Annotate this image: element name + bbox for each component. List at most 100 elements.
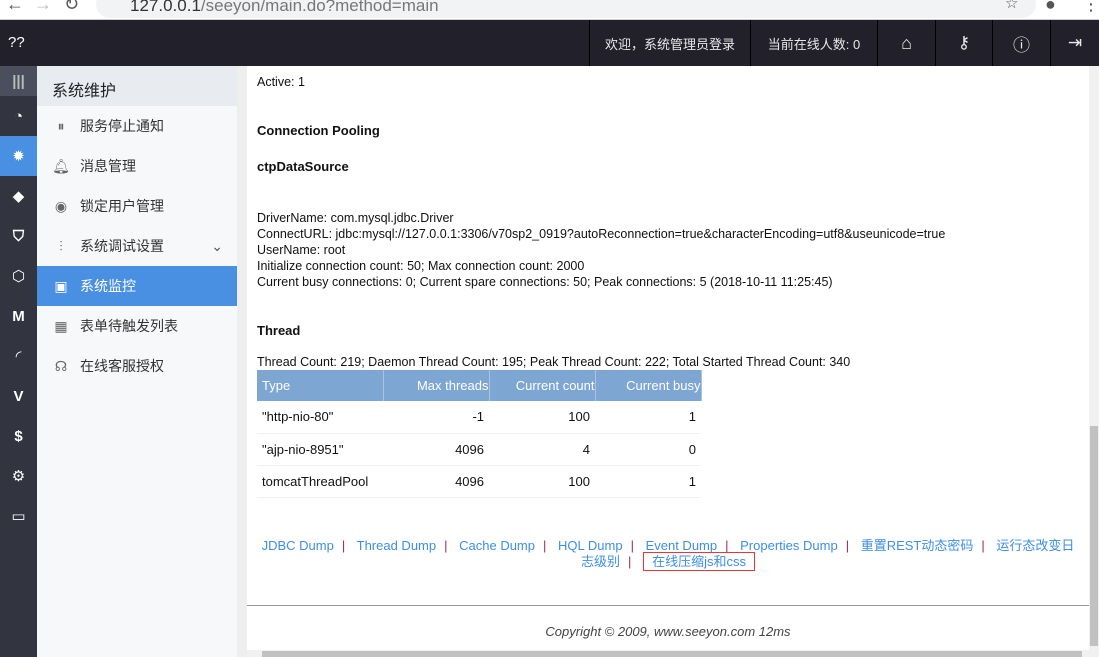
divider xyxy=(247,605,1089,606)
monitor-wave-icon: ▣ xyxy=(54,277,68,294)
cell: 1 xyxy=(595,465,701,498)
horizontal-scrollbar[interactable] xyxy=(247,650,1099,657)
sliders-icon: ⫶ xyxy=(59,237,63,254)
copyright: Copyright © 2009, www.seeyon.com 12ms xyxy=(545,624,791,639)
cache-dump-link[interactable]: Cache Dump xyxy=(459,538,535,553)
monitor-icon[interactable]: ▭ xyxy=(0,496,37,536)
sidebar-title: 系统维护 xyxy=(37,66,237,106)
ds-line: Initialize connection count: 50; Max con… xyxy=(257,259,585,273)
cell: 4096 xyxy=(383,433,489,466)
event-dump-link[interactable]: Event Dump xyxy=(646,538,718,553)
cell: 0 xyxy=(595,433,701,466)
sidebar-item-online-support[interactable]: ☊ 在线客服授权 xyxy=(37,346,237,386)
cell: "ajp-nio-8951" xyxy=(257,433,383,466)
chevron-down-icon: ⌄ xyxy=(211,237,223,254)
support-icon: ☊ xyxy=(54,357,68,374)
key-icon[interactable]: ⚷ xyxy=(935,20,992,66)
online-count: 当前在线人数: 0 xyxy=(750,20,877,66)
properties-dump-link[interactable]: Properties Dump xyxy=(740,538,838,553)
hql-dump-link[interactable]: HQL Dump xyxy=(558,538,623,553)
jdbc-dump-link[interactable]: JDBC Dump xyxy=(262,538,334,553)
ds-line: UserName: root xyxy=(257,243,346,257)
profile-icon[interactable]: ● xyxy=(1045,0,1056,15)
sidebar-item-label: 服务停止通知 xyxy=(80,118,164,134)
forward-icon[interactable]: → xyxy=(34,0,52,15)
logo: ?? xyxy=(8,34,25,51)
home-icon[interactable]: ⌂ xyxy=(877,20,935,66)
cell: 100 xyxy=(489,465,595,498)
back-icon[interactable]: ← xyxy=(6,0,24,15)
separator: | xyxy=(543,538,547,553)
reload-icon[interactable]: ↻ xyxy=(64,0,79,15)
table-row: tomcatThreadPool 4096 100 1 xyxy=(257,465,701,498)
thread-dump-link[interactable]: Thread Dump xyxy=(357,538,436,553)
hexagon-icon[interactable]: ⬡ xyxy=(0,256,37,296)
datasource-info: DriverName: com.mysql.jdbc.Driver Connec… xyxy=(257,210,945,290)
compress-js-css-link[interactable]: 在线压缩js和css xyxy=(643,552,755,571)
sidebar-item-label: 在线客服授权 xyxy=(80,358,164,374)
table-row: "http-nio-80" -1 100 1 xyxy=(257,401,701,434)
feather-icon[interactable]: ◜ xyxy=(0,336,37,376)
bell-icon: 🔔︎ xyxy=(52,157,70,174)
cell: 1 xyxy=(595,401,701,434)
dump-links: JDBC Dump | Thread Dump | Cache Dump | HQL … xyxy=(257,538,1079,571)
separator: | xyxy=(628,554,632,569)
separator: | xyxy=(725,538,729,553)
top-bar: ?? 欢迎，系统管理员登录 当前在线人数: 0 ⌂ ⚷ ⓘ ⇥ xyxy=(0,20,1099,66)
scrollbar-thumb[interactable] xyxy=(262,651,1082,657)
sidebar-item-label: 系统调试设置 xyxy=(80,238,164,254)
sidebar: 系统维护 ⏸ 服务停止通知 🔔︎ 消息管理 ◉ 锁定用户管理 ⫶ 系统调试设置 ⌄ ▣ 系统… xyxy=(37,66,237,657)
pooling-title: Connection Pooling xyxy=(257,123,380,138)
lock-icon: ◉ xyxy=(54,197,68,214)
url-path: /seeyon/main.do?method=main xyxy=(200,0,439,15)
welcome-text: 欢迎，系统管理员登录 xyxy=(589,20,750,66)
cell: 100 xyxy=(489,401,595,434)
v-icon[interactable]: V xyxy=(0,376,37,416)
vertical-scrollbar[interactable] xyxy=(1089,66,1099,650)
scrollbar-thumb[interactable] xyxy=(1090,426,1098,646)
sidebar-item-system-monitor[interactable]: ▣ 系统监控 xyxy=(37,266,237,306)
more-icon[interactable]: ⋮ xyxy=(1082,0,1099,15)
s-icon[interactable]: $ xyxy=(0,416,37,456)
sidebar-item-service-stop[interactable]: ⏸ 服务停止通知 xyxy=(37,106,237,146)
star-icon[interactable]: ☆ xyxy=(1005,0,1018,12)
sidebar-item-label: 系统监控 xyxy=(80,278,136,294)
thread-title: Thread xyxy=(257,323,301,338)
plugin-icon[interactable]: ◆ xyxy=(0,176,37,216)
ds-line: ConnectURL: jdbc:mysql://127.0.0.1:3306/… xyxy=(257,227,946,241)
ds-line: Current busy connections: 0; Current spa… xyxy=(257,275,833,289)
thread-summary: Thread Count: 219; Daemon Thread Count: … xyxy=(257,355,851,369)
m-icon[interactable]: M xyxy=(0,296,37,336)
gear-icon[interactable]: ✹ xyxy=(0,136,37,176)
sidebar-item-label: 锁定用户管理 xyxy=(80,198,164,214)
ds-line: DriverName: com.mysql.jdbc.Driver xyxy=(257,211,454,225)
menu-icon[interactable]: ||| xyxy=(0,66,37,96)
cell: "http-nio-80" xyxy=(257,401,383,434)
sidebar-item-locked-users[interactable]: ◉ 锁定用户管理 xyxy=(37,186,237,226)
app-rail: ||| ◔ ✹ ◆ ⛉ ⬡ M ◜ V $ ⚙ ▭ xyxy=(0,66,37,657)
separator: | xyxy=(630,538,634,553)
thread-table: Type Max threads Current count Current b… xyxy=(257,370,702,498)
help-icon[interactable]: ⓘ xyxy=(992,20,1050,66)
shield-icon[interactable]: ⛉ xyxy=(0,216,37,256)
column-header: Max threads xyxy=(383,370,490,401)
plug-icon[interactable]: ⚙ xyxy=(0,456,37,496)
separator: | xyxy=(444,538,448,553)
dashboard-icon[interactable]: ◔ xyxy=(0,96,37,136)
logout-icon[interactable]: ⇥ xyxy=(1050,20,1099,66)
pause-icon: ⏸ xyxy=(57,117,65,134)
separator: | xyxy=(981,538,985,553)
cell: 4 xyxy=(489,433,595,466)
reset-rest-password-link[interactable]: 重置REST动态密码 xyxy=(861,538,974,553)
sidebar-item-label: 表单待触发列表 xyxy=(80,318,178,334)
address-bar[interactable]: 127.0.0.1/seeyon/main.do?method=main xyxy=(96,0,1036,18)
datasource-title: ctpDataSource xyxy=(257,159,349,174)
cell: 4096 xyxy=(383,465,489,498)
sidebar-item-messages[interactable]: 🔔︎ 消息管理 xyxy=(37,146,237,186)
cell: tomcatThreadPool xyxy=(257,465,383,498)
column-header: Type xyxy=(257,370,384,401)
sidebar-item-form-trigger-list[interactable]: ▦ 表单待触发列表 xyxy=(37,306,237,346)
sidebar-item-debug-settings[interactable]: ⫶ 系统调试设置 ⌄ xyxy=(37,226,237,266)
table-header-row: Type Max threads Current count Current b… xyxy=(257,370,702,401)
cell: -1 xyxy=(383,401,489,434)
